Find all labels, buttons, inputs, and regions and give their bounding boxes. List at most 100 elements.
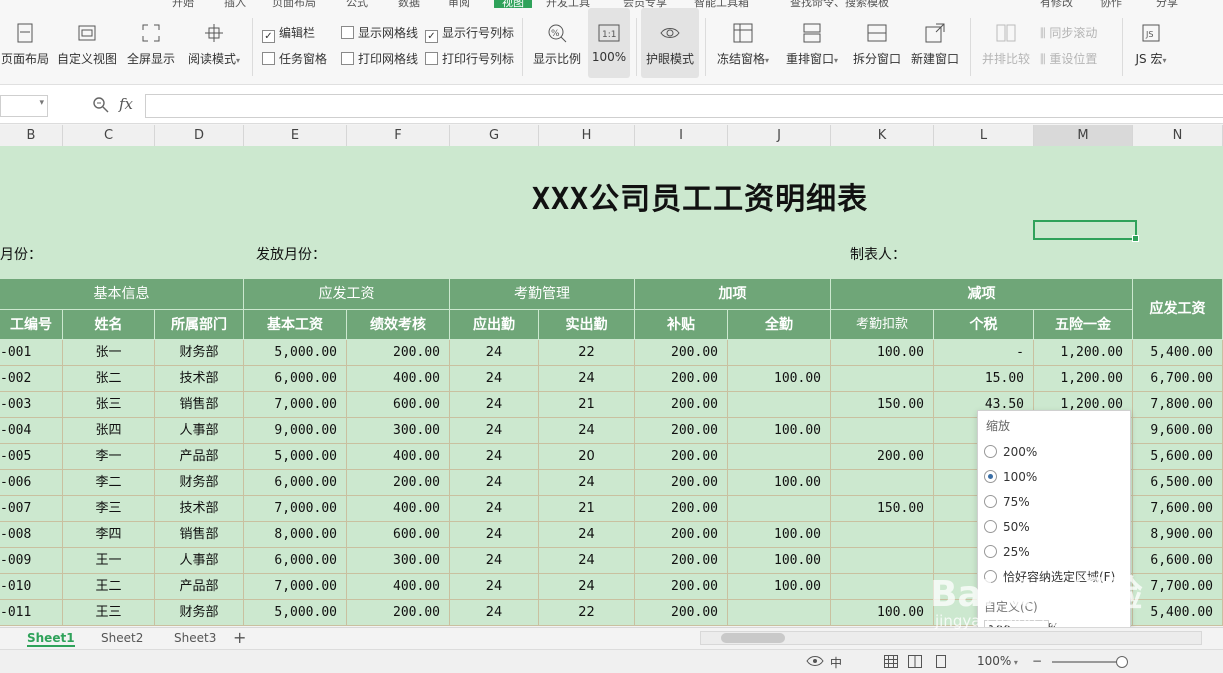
- js-macro-button[interactable]: JS JS 宏▾: [1128, 8, 1174, 78]
- table-cell[interactable]: -008: [0, 522, 63, 548]
- table-cell[interactable]: 7,000.00: [244, 496, 347, 522]
- table-cell[interactable]: 9,000.00: [244, 418, 347, 444]
- table-cell[interactable]: 7,000.00: [244, 392, 347, 418]
- table-cell[interactable]: 200.00: [635, 418, 728, 444]
- table-cell[interactable]: 200.00: [635, 548, 728, 574]
- table-cell[interactable]: -005: [0, 444, 63, 470]
- sheet-title[interactable]: XXX公司员工工资明细表: [440, 174, 960, 218]
- table-cell[interactable]: 100.00: [728, 366, 831, 392]
- table-cell[interactable]: 200.00: [831, 444, 934, 470]
- column-header-I[interactable]: I: [635, 125, 728, 146]
- page-view-icon[interactable]: [934, 655, 948, 668]
- table-cell[interactable]: -003: [0, 392, 63, 418]
- table-cell[interactable]: 150.00: [831, 496, 934, 522]
- meta-pay-month[interactable]: 发放月份：: [256, 244, 326, 264]
- table-cell[interactable]: [831, 522, 934, 548]
- table-cell[interactable]: 400.00: [347, 574, 450, 600]
- table-cell[interactable]: 600.00: [347, 392, 450, 418]
- table-cell[interactable]: -011: [0, 600, 63, 626]
- table-cell[interactable]: 5,600.00: [1133, 444, 1223, 470]
- table-cell[interactable]: 王一: [63, 548, 155, 574]
- table-cell[interactable]: -004: [0, 418, 63, 444]
- table-cell[interactable]: [728, 340, 831, 366]
- table-cell[interactable]: 王三: [63, 600, 155, 626]
- column-title-9[interactable]: 考勤扣款: [831, 310, 934, 340]
- table-cell[interactable]: 5,000.00: [244, 600, 347, 626]
- table-cell[interactable]: [831, 470, 934, 496]
- table-cell[interactable]: 1,200.00: [1034, 366, 1133, 392]
- column-title-11[interactable]: 五险一金: [1034, 310, 1133, 340]
- table-cell[interactable]: 6,600.00: [1133, 548, 1223, 574]
- table-cell[interactable]: 张四: [63, 418, 155, 444]
- column-title-6[interactable]: 实出勤: [539, 310, 635, 340]
- group-header-5[interactable]: 应发工资: [1133, 279, 1223, 340]
- table-cell[interactable]: 200.00: [635, 392, 728, 418]
- column-header-G[interactable]: G: [450, 125, 539, 146]
- reset-position-button[interactable]: ⫼ 重设位置: [1040, 50, 1097, 67]
- column-title-8[interactable]: 全勤: [728, 310, 831, 340]
- column-header-E[interactable]: E: [244, 125, 347, 146]
- zoom-search-icon[interactable]: [92, 96, 110, 114]
- table-cell[interactable]: 6,000.00: [244, 470, 347, 496]
- table-cell[interactable]: 24: [450, 418, 539, 444]
- sync-scroll-button[interactable]: ⫼ 同步滚动: [1040, 24, 1097, 41]
- sheet-tab-Sheet2[interactable]: Sheet2: [101, 631, 143, 645]
- table-cell[interactable]: 销售部: [155, 522, 244, 548]
- table-cell[interactable]: 24: [539, 366, 635, 392]
- table-cell[interactable]: [728, 392, 831, 418]
- table-cell[interactable]: 300.00: [347, 418, 450, 444]
- table-cell[interactable]: 8,000.00: [244, 522, 347, 548]
- table-cell[interactable]: 100.00: [831, 600, 934, 626]
- table-cell[interactable]: 400.00: [347, 366, 450, 392]
- horizontal-scrollbar[interactable]: [700, 631, 1202, 645]
- table-cell[interactable]: 24: [450, 496, 539, 522]
- table-cell[interactable]: -001: [0, 340, 63, 366]
- group-header-1[interactable]: 应发工资: [244, 279, 450, 310]
- table-cell[interactable]: 24: [450, 366, 539, 392]
- table-cell[interactable]: 200.00: [347, 340, 450, 366]
- column-title-10[interactable]: 个税: [934, 310, 1034, 340]
- table-cell[interactable]: 技术部: [155, 496, 244, 522]
- column-header-D[interactable]: D: [155, 125, 244, 146]
- table-cell[interactable]: 200.00: [635, 444, 728, 470]
- table-cell[interactable]: 产品部: [155, 444, 244, 470]
- name-box[interactable]: ▾: [0, 95, 48, 117]
- table-cell[interactable]: 财务部: [155, 340, 244, 366]
- table-cell[interactable]: 24: [539, 418, 635, 444]
- table-cell[interactable]: 15.00: [934, 366, 1034, 392]
- column-title-5[interactable]: 应出勤: [450, 310, 539, 340]
- column-header-L[interactable]: L: [934, 125, 1034, 146]
- table-cell[interactable]: 100.00: [728, 418, 831, 444]
- eye-icon[interactable]: [806, 655, 824, 667]
- table-cell[interactable]: 24: [539, 548, 635, 574]
- add-sheet-button[interactable]: +: [233, 628, 246, 647]
- table-cell[interactable]: 李三: [63, 496, 155, 522]
- table-cell[interactable]: 24: [450, 600, 539, 626]
- table-cell[interactable]: 1,200.00: [1034, 340, 1133, 366]
- table-cell[interactable]: 8,900.00: [1133, 522, 1223, 548]
- table-cell[interactable]: 7,000.00: [244, 574, 347, 600]
- table-cell[interactable]: 24: [450, 574, 539, 600]
- table-cell[interactable]: [831, 574, 934, 600]
- zoom-out-button[interactable]: −: [1032, 654, 1042, 668]
- page-break-view-icon[interactable]: [908, 655, 922, 668]
- zoom-option-4[interactable]: 25%: [984, 541, 1124, 563]
- table-cell[interactable]: 5,400.00: [1133, 600, 1223, 626]
- table-cell[interactable]: 21: [539, 392, 635, 418]
- table-cell[interactable]: 200.00: [347, 600, 450, 626]
- table-cell[interactable]: 7,800.00: [1133, 392, 1223, 418]
- table-cell[interactable]: 200.00: [635, 496, 728, 522]
- zoom-level-dropdown[interactable]: 100% ▾: [977, 654, 1018, 668]
- table-cell[interactable]: 6,500.00: [1133, 470, 1223, 496]
- selected-cell[interactable]: [1033, 220, 1139, 242]
- zoom-slider-handle[interactable]: [1116, 656, 1128, 668]
- eye-protection-button[interactable]: 护眼模式: [641, 8, 699, 78]
- formula-input[interactable]: [145, 94, 1223, 118]
- table-cell[interactable]: 20: [539, 444, 635, 470]
- table-cell[interactable]: 100.00: [728, 574, 831, 600]
- zoom-option-2[interactable]: 75%: [984, 491, 1124, 513]
- new-window-button[interactable]: 新建窗口: [908, 8, 962, 78]
- table-cell[interactable]: 财务部: [155, 470, 244, 496]
- table-cell[interactable]: -006: [0, 470, 63, 496]
- column-title-4[interactable]: 绩效考核: [347, 310, 450, 340]
